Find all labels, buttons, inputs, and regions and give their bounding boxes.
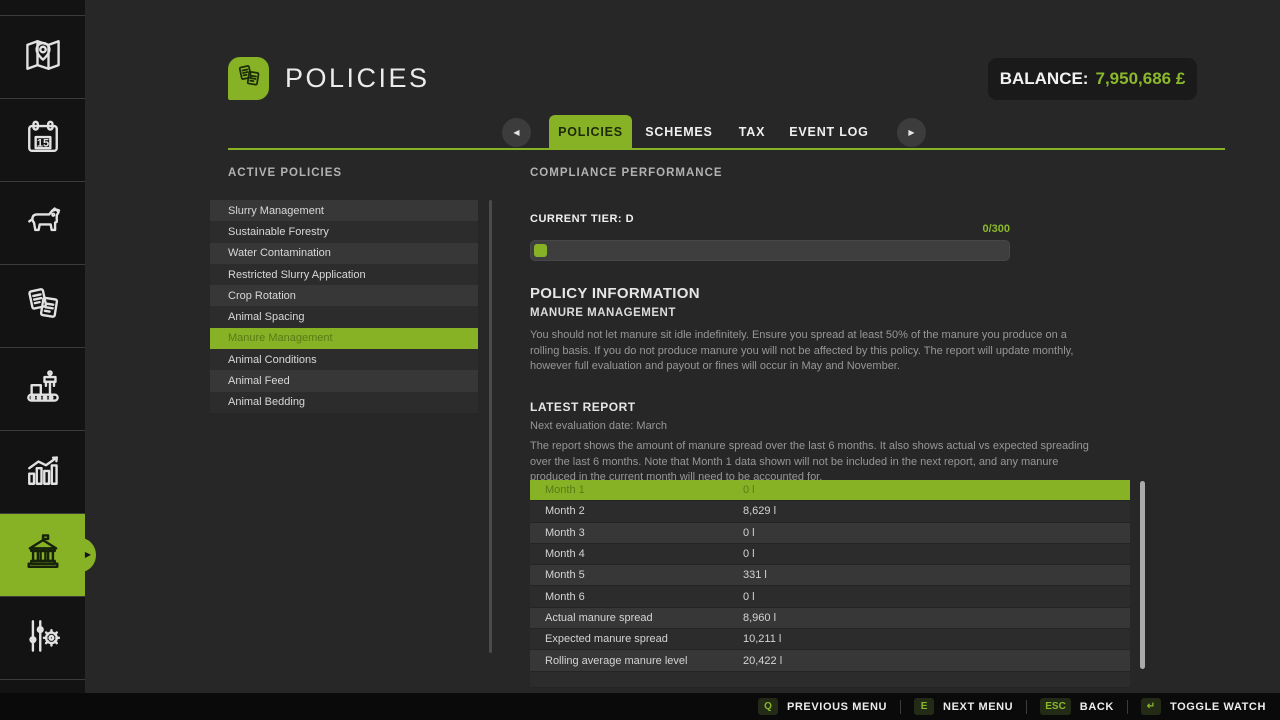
sidebar-item-contracts[interactable] <box>0 264 85 347</box>
page-title-tile <box>228 57 269 100</box>
policy-list-item[interactable]: Slurry Management <box>210 200 478 221</box>
table-row[interactable]: Rolling average manure level 20,422 l <box>530 650 1130 671</box>
sidebar-item-production[interactable] <box>0 347 85 430</box>
tab-underline <box>228 148 1225 150</box>
policy-list-item[interactable]: Water Contamination <box>210 243 478 264</box>
policy-info-header: POLICY INFORMATION <box>530 285 700 302</box>
tab-schemes[interactable]: SCHEMES <box>641 115 717 149</box>
policies-list-scrollbar[interactable] <box>489 200 492 653</box>
sidebar-item-statistics[interactable] <box>0 430 85 513</box>
table-row[interactable]: Month 3 0 l <box>530 523 1130 544</box>
map-icon <box>21 33 65 82</box>
policy-list-item[interactable]: Animal Spacing <box>210 306 478 327</box>
hint-back[interactable]: ESC BACK <box>1040 698 1114 715</box>
hint-divider <box>1127 700 1128 714</box>
statistics-icon <box>21 448 65 497</box>
policy-list-item-selected[interactable]: Manure Management <box>210 328 478 349</box>
key-enter-icon: ↵ <box>1141 698 1161 715</box>
policy-list-item[interactable]: Animal Feed <box>210 370 478 391</box>
table-row[interactable]: Month 4 0 l <box>530 544 1130 565</box>
sidebar-item-settings[interactable] <box>0 596 85 679</box>
key-q: Q <box>758 698 778 715</box>
compliance-header: COMPLIANCE PERFORMANCE <box>530 167 723 179</box>
policies-screen: 15 ▶ <box>0 0 1280 720</box>
policy-list-item[interactable]: Restricted Slurry Application <box>210 264 478 285</box>
documents-icon <box>21 282 65 331</box>
keybind-footer: Q PREVIOUS MENU E NEXT MENU ESC BACK ↵ T… <box>0 693 1280 720</box>
key-esc: ESC <box>1040 698 1071 715</box>
tab-tax[interactable]: TAX <box>729 115 775 149</box>
settings-sliders-gear-icon <box>21 614 65 663</box>
active-policies-list: Slurry Management Sustainable Forestry W… <box>210 200 478 413</box>
policy-info-description: You should not let manure sit idle indef… <box>530 328 1092 375</box>
balance-display: BALANCE: 7,950,686 £ <box>988 58 1197 100</box>
hint-toggle-watch[interactable]: ↵ TOGGLE WATCH <box>1141 698 1266 715</box>
nav-sidebar: 15 ▶ <box>0 0 85 720</box>
balance-label: BALANCE: <box>1000 69 1089 89</box>
table-row[interactable]: Month 5 331 l <box>530 565 1130 586</box>
policy-list-item[interactable]: Crop Rotation <box>210 285 478 306</box>
production-icon <box>21 365 65 414</box>
calendar-icon: 15 <box>21 116 65 165</box>
tab-next-arrow-icon[interactable]: ▶ <box>897 118 926 147</box>
chevron-right-icon: ▶ <box>85 551 91 559</box>
report-table: Month 1 0 l Month 2 8,629 l Month 3 0 l … <box>530 480 1130 688</box>
latest-report-description: The report shows the amount of manure sp… <box>530 439 1095 486</box>
sidebar-item-partial-bottom <box>0 679 85 693</box>
sidebar-item-policies[interactable]: ▶ <box>0 513 85 596</box>
table-row[interactable]: Month 2 8,629 l <box>530 501 1130 522</box>
hint-divider <box>1026 700 1027 714</box>
compliance-progress-fill <box>534 244 547 257</box>
table-row-partial <box>530 672 1130 688</box>
sidebar-item-animals[interactable] <box>0 181 85 264</box>
policy-list-item[interactable]: Sustainable Forestry <box>210 221 478 242</box>
table-row[interactable]: Actual manure spread 8,960 l <box>530 608 1130 629</box>
balance-value: 7,950,686 £ <box>1095 69 1185 89</box>
compliance-score: 0/300 <box>910 223 1010 235</box>
table-row[interactable]: Month 6 0 l <box>530 586 1130 607</box>
policy-info-name: MANURE MANAGEMENT <box>530 307 676 319</box>
tab-event-log[interactable]: EVENT LOG <box>786 115 872 149</box>
sidebar-item-map[interactable] <box>0 15 85 98</box>
policy-list-item[interactable]: Animal Bedding <box>210 392 478 413</box>
hint-next-menu[interactable]: E NEXT MENU <box>914 698 1013 715</box>
next-evaluation-date: Next evaluation date: March <box>530 419 667 435</box>
bank-icon <box>21 531 65 580</box>
current-tier-label: CURRENT TIER: D <box>530 213 634 225</box>
cow-icon <box>21 199 65 248</box>
active-indicator <box>70 538 96 572</box>
policies-documents-icon <box>234 61 264 96</box>
latest-report-header: LATEST REPORT <box>530 400 636 414</box>
report-table-scrollbar[interactable] <box>1140 481 1145 669</box>
hint-previous-menu[interactable]: Q PREVIOUS MENU <box>758 698 887 715</box>
page-title: POLICIES <box>285 63 430 94</box>
sidebar-item-partial-top <box>0 0 85 15</box>
policy-list-item[interactable]: Animal Conditions <box>210 349 478 370</box>
tab-prev-arrow-icon[interactable]: ◀ <box>502 118 531 147</box>
active-policies-header: ACTIVE POLICIES <box>228 167 342 179</box>
table-row[interactable]: Month 1 0 l <box>530 480 1130 501</box>
key-e: E <box>914 698 934 715</box>
hint-divider <box>900 700 901 714</box>
sidebar-item-calendar[interactable]: 15 <box>0 98 85 181</box>
table-row[interactable]: Expected manure spread 10,211 l <box>530 629 1130 650</box>
compliance-progress-bar <box>530 240 1010 261</box>
tab-policies[interactable]: POLICIES <box>549 115 632 149</box>
svg-text:15: 15 <box>36 137 48 149</box>
